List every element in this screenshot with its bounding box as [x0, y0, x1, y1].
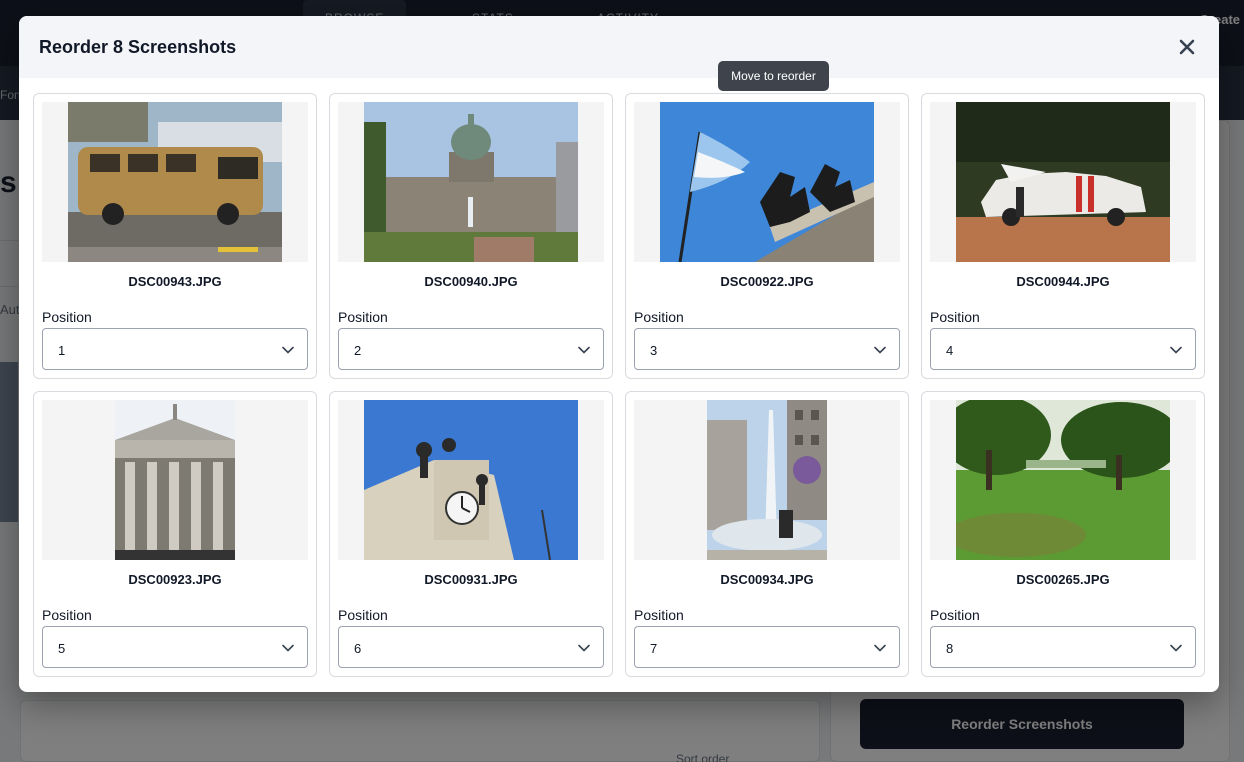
screenshot-filename: DSC00265.JPG — [1016, 572, 1110, 587]
screenshot-thumbnail — [42, 400, 308, 560]
position-select[interactable]: 3 — [634, 328, 900, 370]
position-select[interactable]: 2 — [338, 328, 604, 370]
reorder-modal: Reorder 8 Screenshots DSC00943.JPG Posit… — [19, 16, 1219, 692]
position-label: Position — [338, 607, 388, 623]
position-value: 8 — [946, 641, 954, 656]
congress-image — [364, 102, 578, 262]
chevron-down-icon — [282, 346, 294, 354]
screenshot-card[interactable]: DSC00923.JPG Position 5 — [33, 391, 317, 677]
close-button[interactable] — [1175, 35, 1199, 59]
screenshot-card[interactable]: DSC00934.JPG Position 7 — [625, 391, 909, 677]
position-value: 3 — [650, 343, 658, 358]
screenshot-filename: DSC00944.JPG — [1016, 274, 1110, 289]
position-value: 2 — [354, 343, 362, 358]
position-label: Position — [930, 309, 980, 325]
position-select[interactable]: 5 — [42, 626, 308, 668]
position-select[interactable]: 6 — [338, 626, 604, 668]
position-label: Position — [42, 309, 92, 325]
position-value: 5 — [58, 641, 66, 656]
screenshot-thumbnail — [338, 102, 604, 262]
classic-car-image — [956, 102, 1170, 262]
position-label: Position — [42, 607, 92, 623]
screenshot-card[interactable]: DSC00943.JPG Position 1 — [33, 93, 317, 379]
fountain-image — [707, 400, 827, 560]
position-select[interactable]: 7 — [634, 626, 900, 668]
position-select[interactable]: 1 — [42, 328, 308, 370]
position-value: 6 — [354, 641, 362, 656]
screenshot-filename: DSC00931.JPG — [424, 572, 518, 587]
screenshot-thumbnail — [634, 102, 900, 262]
screenshot-card[interactable]: DSC00944.JPG Position 4 — [921, 93, 1205, 379]
position-label: Position — [634, 309, 684, 325]
facade-image — [115, 400, 235, 560]
position-value: 1 — [58, 343, 66, 358]
chevron-down-icon — [578, 644, 590, 652]
screenshot-card[interactable]: DSC00265.JPG Position 8 — [921, 391, 1205, 677]
bus-image — [68, 102, 282, 262]
position-value: 7 — [650, 641, 658, 656]
position-value: 4 — [946, 343, 954, 358]
chevron-down-icon — [874, 644, 886, 652]
reorder-tooltip: Move to reorder — [718, 61, 829, 91]
park-image — [956, 400, 1170, 560]
position-label: Position — [338, 309, 388, 325]
screenshot-filename: DSC00934.JPG — [720, 572, 814, 587]
screenshot-thumbnail — [930, 102, 1196, 262]
clock-tower-image — [364, 400, 578, 560]
flag-statue-image — [660, 102, 874, 262]
chevron-down-icon — [874, 346, 886, 354]
modal-header: Reorder 8 Screenshots — [19, 16, 1219, 78]
screenshot-filename: DSC00943.JPG — [128, 274, 222, 289]
screenshot-thumbnail — [42, 102, 308, 262]
chevron-down-icon — [1170, 346, 1182, 354]
screenshot-card[interactable]: DSC00922.JPG Position 3 — [625, 93, 909, 379]
screenshot-filename: DSC00922.JPG — [720, 274, 814, 289]
position-select[interactable]: 8 — [930, 626, 1196, 668]
screenshot-thumbnail — [634, 400, 900, 560]
screenshot-grid: DSC00943.JPG Position 1 DSC00940.JPG Pos… — [33, 93, 1205, 679]
chevron-down-icon — [578, 346, 590, 354]
position-label: Position — [930, 607, 980, 623]
chevron-down-icon — [282, 644, 294, 652]
screenshot-thumbnail — [930, 400, 1196, 560]
screenshot-filename: DSC00923.JPG — [128, 572, 222, 587]
chevron-down-icon — [1170, 644, 1182, 652]
position-select[interactable]: 4 — [930, 328, 1196, 370]
screenshot-thumbnail — [338, 400, 604, 560]
position-label: Position — [634, 607, 684, 623]
screenshot-card[interactable]: DSC00931.JPG Position 6 — [329, 391, 613, 677]
screenshot-card[interactable]: DSC00940.JPG Position 2 — [329, 93, 613, 379]
modal-title: Reorder 8 Screenshots — [39, 37, 237, 57]
screenshot-filename: DSC00940.JPG — [424, 274, 518, 289]
close-icon — [1179, 39, 1195, 55]
